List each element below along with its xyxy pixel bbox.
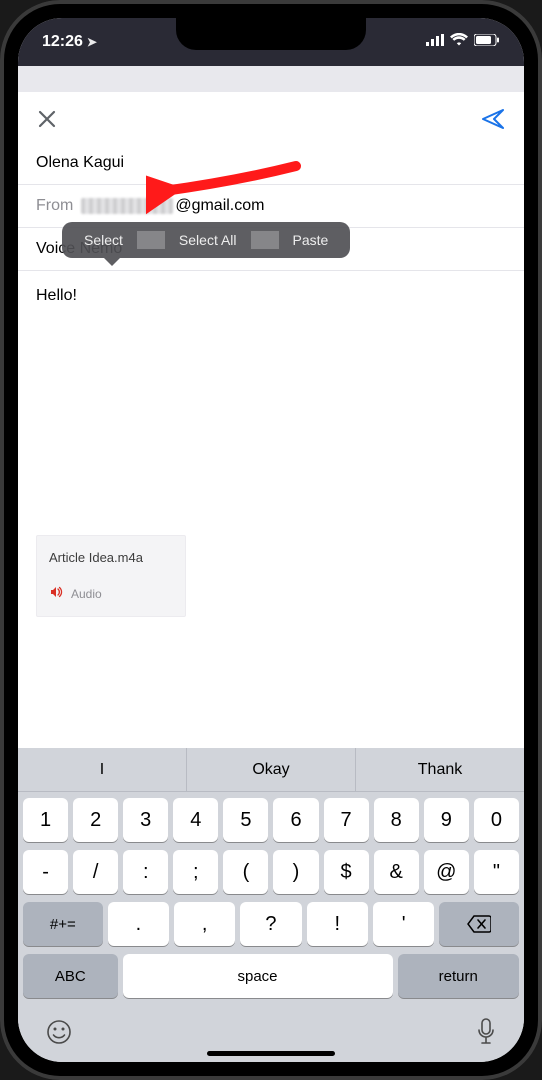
key-row-3: #+= . , ? ! ' <box>23 902 519 946</box>
body-text: Hello! <box>36 287 77 304</box>
key-return[interactable]: return <box>398 954 520 998</box>
menu-select[interactable]: Select <box>70 228 137 252</box>
cellular-icon <box>426 33 444 51</box>
home-indicator[interactable] <box>207 1051 335 1056</box>
attachment-type-label: Audio <box>71 587 102 601</box>
key-space[interactable]: space <box>123 954 393 998</box>
key-semicolon[interactable]: ; <box>173 850 218 894</box>
subject-field[interactable]: Voice Nemo Select Select All Paste <box>18 228 524 271</box>
prediction-bar: I Okay Thank <box>18 748 524 792</box>
keyboard: I Okay Thank 1 2 3 4 5 6 7 8 9 0 <box>18 748 524 1062</box>
status-time: 12:26 <box>42 33 83 51</box>
key-comma[interactable]: , <box>174 902 235 946</box>
key-5[interactable]: 5 <box>223 798 268 842</box>
attachment-card[interactable]: Article Idea.m4a Audio <box>36 535 186 617</box>
screen: 12:26 ➤ <box>18 18 524 1062</box>
key-row-4: ABC space return <box>23 954 519 998</box>
key-9[interactable]: 9 <box>424 798 469 842</box>
key-dquote[interactable]: " <box>474 850 519 894</box>
key-period[interactable]: . <box>108 902 169 946</box>
text-edit-menu: Select Select All Paste <box>62 222 350 258</box>
prediction-2[interactable]: Okay <box>187 748 356 791</box>
sheet-grabber[interactable] <box>18 66 524 92</box>
key-lparen[interactable]: ( <box>223 850 268 894</box>
key-row-2: - / : ; ( ) $ & @ " <box>23 850 519 894</box>
key-apostrophe[interactable]: ' <box>373 902 434 946</box>
key-rparen[interactable]: ) <box>273 850 318 894</box>
key-at[interactable]: @ <box>424 850 469 894</box>
key-dash[interactable]: - <box>23 850 68 894</box>
email-body[interactable]: Hello! <box>18 271 524 531</box>
attachment-filename: Article Idea.m4a <box>49 550 173 565</box>
key-0[interactable]: 0 <box>474 798 519 842</box>
key-3[interactable]: 3 <box>123 798 168 842</box>
prediction-1[interactable]: I <box>18 748 187 791</box>
prediction-3[interactable]: Thank <box>356 748 524 791</box>
to-field[interactable]: Olena Kagui <box>18 142 524 185</box>
audio-icon <box>49 585 63 602</box>
key-dollar[interactable]: $ <box>324 850 369 894</box>
backspace-icon <box>467 915 491 933</box>
emoji-icon[interactable] <box>46 1019 72 1051</box>
battery-icon <box>474 33 500 51</box>
location-icon: ➤ <box>87 35 97 49</box>
close-icon[interactable] <box>36 108 58 130</box>
from-label: From <box>36 197 73 215</box>
key-row-1: 1 2 3 4 5 6 7 8 9 0 <box>23 798 519 842</box>
key-4[interactable]: 4 <box>173 798 218 842</box>
menu-select-all[interactable]: Select All <box>165 228 251 252</box>
send-icon[interactable] <box>480 106 506 132</box>
wifi-icon <box>450 33 468 51</box>
to-value: Olena Kagui <box>36 154 124 172</box>
key-colon[interactable]: : <box>123 850 168 894</box>
key-exclaim[interactable]: ! <box>307 902 368 946</box>
key-backspace[interactable] <box>439 902 519 946</box>
key-slash[interactable]: / <box>73 850 118 894</box>
compose-sheet: Olena Kagui From @gmail.com Voice Nemo S… <box>18 92 524 617</box>
key-8[interactable]: 8 <box>374 798 419 842</box>
key-symbols[interactable]: #+= <box>23 902 103 946</box>
key-1[interactable]: 1 <box>23 798 68 842</box>
key-abc[interactable]: ABC <box>23 954 118 998</box>
microphone-icon[interactable] <box>476 1018 496 1052</box>
key-7[interactable]: 7 <box>324 798 369 842</box>
key-6[interactable]: 6 <box>273 798 318 842</box>
device-notch <box>176 18 366 50</box>
key-question[interactable]: ? <box>240 902 301 946</box>
phone-frame: 12:26 ➤ <box>0 0 542 1080</box>
from-address-redacted: @gmail.com <box>81 197 264 215</box>
menu-paste[interactable]: Paste <box>279 228 343 252</box>
key-2[interactable]: 2 <box>73 798 118 842</box>
key-amp[interactable]: & <box>374 850 419 894</box>
